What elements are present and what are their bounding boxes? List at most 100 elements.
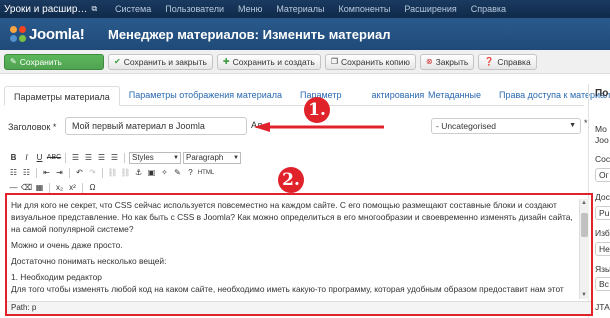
editor-paragraph: Достаточно понимать несколько вещей: [11, 256, 167, 266]
special-char-icon[interactable]: Ω [87, 182, 98, 193]
annotation-arrow-icon [254, 122, 384, 132]
save-copy-label: Сохранить копию [341, 56, 410, 67]
plus-icon: ✚ [222, 57, 230, 66]
editor-paragraph: Можно и очень даже просто. [11, 240, 123, 250]
close-label: Закрыть [435, 56, 469, 67]
editor-paragraph: Для того чтобы изменять любой код на как… [11, 284, 564, 294]
editor-path: Path: p [7, 301, 591, 314]
annotation-badge-2: 2. [278, 167, 304, 193]
article-tabs: Параметры материала Параметры отображени… [4, 84, 610, 106]
visual-aid-icon[interactable]: ▦ [34, 182, 45, 193]
menu-menus[interactable]: Меню [231, 4, 269, 14]
chevron-down-icon: ▼ [233, 154, 239, 161]
horizontal-rule-icon[interactable]: — [8, 182, 19, 193]
save-new-button[interactable]: ✚ Сохранить и создать [216, 53, 321, 70]
category-required-star: * [584, 118, 588, 128]
save-copy-button[interactable]: ❐ Сохранить копию [324, 53, 416, 70]
italic-button[interactable]: I [21, 152, 32, 163]
annotation-badge-1: 1. [304, 97, 330, 123]
subscript-icon[interactable]: x₂ [54, 182, 65, 193]
html-button[interactable]: HTML [198, 167, 214, 178]
divider [69, 167, 70, 178]
editor-toolbar-row-1: B I U ABC ☰ ☰ ☰ ☰ Styles ▼ Paragraph ▼ [8, 151, 241, 164]
bullet-list-icon[interactable]: ☷ [8, 167, 19, 178]
paragraph-dropdown[interactable]: Paragraph ▼ [183, 151, 241, 164]
numbered-list-icon[interactable]: ☷ [21, 167, 32, 178]
divider [65, 152, 66, 163]
save-close-button[interactable]: ✔ Сохранить и закрыть [108, 53, 213, 70]
chevron-down-icon: ▼ [569, 122, 576, 129]
cleanup-icon[interactable]: ✧ [159, 167, 170, 178]
close-button[interactable]: ⊗ Закрыть [419, 53, 475, 70]
scroll-up-icon[interactable]: ▲ [581, 200, 587, 206]
article-text-editor[interactable]: Ни для кого не секрет, что CSS сейчас ис… [5, 193, 593, 316]
help-label: Справка [497, 56, 531, 67]
paragraph-label: Paragraph [186, 152, 224, 162]
image-icon[interactable]: ▣ [146, 167, 157, 178]
sidebar-label: Изб [595, 228, 610, 238]
save-label: Сохранить [19, 56, 62, 67]
external-link-icon[interactable]: ⧉ [91, 4, 97, 14]
divider [49, 182, 50, 193]
help-icon[interactable]: ? [185, 167, 196, 178]
scrollbar-thumb[interactable] [581, 213, 588, 237]
sidebar-label: ЈТА [595, 302, 610, 312]
align-center-icon[interactable]: ☰ [83, 152, 94, 163]
menu-system[interactable]: Система [108, 4, 158, 14]
chevron-down-icon: ▼ [173, 154, 179, 161]
tab-display-options[interactable]: Параметры отображения материала [120, 85, 291, 105]
menu-extensions[interactable]: Расширения [397, 4, 463, 14]
sidebar-select[interactable]: Вс [595, 277, 610, 291]
title-input[interactable]: Мой первый материал в Joomla [65, 117, 247, 135]
divider [36, 167, 37, 178]
menu-components[interactable]: Компоненты [332, 4, 398, 14]
menu-content[interactable]: Материалы [269, 4, 331, 14]
editor-scrollbar[interactable]: ▲ ▼ [579, 199, 589, 299]
sidebar-select[interactable]: Pu [595, 206, 610, 220]
menu-help[interactable]: Справка [464, 4, 513, 14]
help-button[interactable]: ❓ Справка [478, 53, 537, 70]
sidebar-label: Дос [595, 192, 610, 202]
joomla-logo-icon [10, 26, 26, 42]
underline-button[interactable]: U [34, 152, 45, 163]
unlink-icon[interactable]: ⛓ [120, 167, 131, 178]
link-icon[interactable]: ⛓ [107, 167, 118, 178]
editor-paragraph: Ни для кого не секрет, что CSS сейчас ис… [11, 200, 573, 234]
joomla-logo: Joomla! [0, 26, 108, 43]
editor-content[interactable]: Ни для кого не секрет, что CSS сейчас ис… [11, 199, 579, 299]
sidebar-label: Сос [595, 154, 610, 164]
align-right-icon[interactable]: ☰ [96, 152, 107, 163]
bold-button[interactable]: B [8, 152, 19, 163]
align-left-icon[interactable]: ☰ [70, 152, 81, 163]
sidebar-select[interactable]: Ог [595, 168, 610, 182]
sidebar-select[interactable]: Не [595, 242, 610, 256]
anchor-icon[interactable]: ⚓ [133, 167, 144, 178]
title-label: Заголовок * [8, 122, 57, 132]
scroll-down-icon[interactable]: ▼ [581, 292, 587, 298]
superscript-icon[interactable]: x² [67, 182, 78, 193]
outdent-icon[interactable]: ⇤ [41, 167, 52, 178]
tab-metadata[interactable]: Метаданные [419, 85, 490, 105]
align-justify-icon[interactable]: ☰ [109, 152, 120, 163]
tab-article-options[interactable]: Параметры материала [4, 86, 120, 106]
eraser-icon[interactable]: ⌫ [21, 182, 32, 193]
redo-icon[interactable]: ↷ [87, 167, 98, 178]
check-icon: ✔ [114, 57, 121, 66]
site-link[interactable]: Уроки и расшир… ⧉ [0, 4, 108, 15]
cancel-icon: ⊗ [425, 57, 433, 66]
page-title: Менеджер материалов: Изменить материал [108, 26, 391, 42]
brush-icon[interactable]: ✎ [172, 167, 183, 178]
admin-menu-bar: Уроки и расшир… ⧉ Система Пользователи М… [0, 0, 610, 18]
menu-users[interactable]: Пользователи [158, 4, 231, 14]
category-value: - Uncategorised [436, 121, 497, 131]
strikethrough-button[interactable]: ABC [47, 152, 61, 163]
category-select[interactable]: - Uncategorised ▼ [431, 118, 581, 134]
indent-icon[interactable]: ⇥ [54, 167, 65, 178]
styles-label: Styles [132, 152, 154, 162]
sidebar-heading: По [595, 88, 609, 99]
styles-dropdown[interactable]: Styles ▼ [129, 151, 181, 164]
site-name[interactable]: Уроки и расшир… [4, 4, 87, 15]
undo-icon[interactable]: ↶ [74, 167, 85, 178]
sidebar-label: Язы [595, 264, 610, 274]
save-button[interactable]: ✎ Сохранить [4, 53, 104, 70]
